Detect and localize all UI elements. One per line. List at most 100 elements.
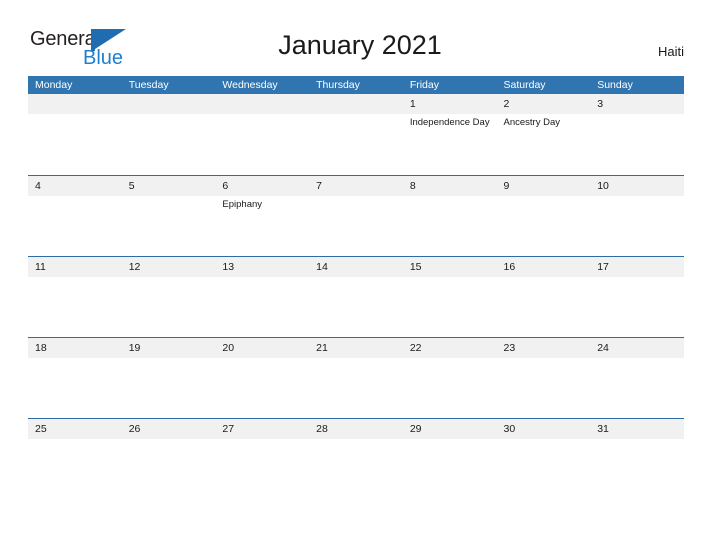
day-cell[interactable]: 18 [28,338,122,419]
calendar-week-row: 4 5 6 Epiphany 7 8 9 10 [28,175,684,256]
day-cell[interactable]: 16 [497,257,591,338]
day-cell[interactable]: 29 [403,419,497,500]
day-cell[interactable]: 9 [497,176,591,257]
day-events [129,114,216,116]
day-cell[interactable]: 14 [309,257,403,338]
day-events [504,277,591,279]
day-cell[interactable]: 23 [497,338,591,419]
day-number: 19 [128,342,141,354]
weekday-header-friday: Friday [409,79,439,91]
day-events [597,196,684,198]
day-events [35,358,122,360]
day-events [410,196,497,198]
day-events: Independence Day [410,114,497,129]
day-events [129,358,216,360]
day-events [35,114,122,116]
holiday-label: Independence Day [409,117,490,128]
day-cell[interactable]: 11 [28,257,122,338]
day-events [504,196,591,198]
day-number: 12 [128,261,141,273]
weekday-header-tuesday: Tuesday [128,79,169,91]
day-cell[interactable]: 12 [122,257,216,338]
day-number: 6 [222,180,229,192]
week-days: 11 12 13 14 15 16 17 [28,257,684,338]
weekday-header-monday: Monday [35,79,73,91]
calendar-grid: Monday Tuesday Wednesday Thursday Friday… [28,76,684,499]
generalblue-logo[interactable]: General Blue [30,28,180,72]
day-cell[interactable]: 5 [122,176,216,257]
day-cell[interactable]: 3 [590,94,684,175]
day-events [222,277,309,279]
day-events [597,114,684,116]
day-number: 2 [503,98,510,110]
day-number: 23 [503,342,516,354]
day-cell[interactable]: 8 [403,176,497,257]
day-events [129,439,216,441]
day-number: 13 [222,261,235,273]
day-cell[interactable]: 1 Independence Day [403,94,497,175]
day-cell[interactable]: 4 [28,176,122,257]
week-days: 1 Independence Day 2 Ancestry Day 3 [28,94,684,175]
day-events [597,358,684,360]
day-events [35,277,122,279]
day-cell[interactable]: 27 [215,419,309,500]
day-events [597,439,684,441]
day-cell[interactable]: 24 [590,338,684,419]
day-cell[interactable]: 30 [497,419,591,500]
day-events [316,358,403,360]
day-number: 18 [35,342,47,354]
day-cell-empty [309,94,403,175]
day-events [504,439,591,441]
weekday-header-saturday: Saturday [503,79,546,91]
day-number: 27 [222,423,235,435]
holiday-label: Epiphany [222,199,263,210]
calendar-week-row: 1 Independence Day 2 Ancestry Day 3 [28,94,684,175]
day-number: 9 [503,180,510,192]
day-number: 14 [316,261,328,273]
day-events [316,196,403,198]
day-cell[interactable]: 31 [590,419,684,500]
day-number: 1 [409,98,416,110]
day-cell[interactable]: 26 [122,419,216,500]
day-number: 15 [409,261,422,273]
week-days: 18 19 20 21 22 23 24 [28,338,684,419]
weekday-header-wednesday: Wednesday [222,79,278,91]
page-title: January 2021 [278,30,442,60]
day-number: 21 [316,342,328,354]
day-cell[interactable]: 2 Ancestry Day [497,94,591,175]
day-number: 24 [597,342,609,354]
day-cell[interactable]: 15 [403,257,497,338]
holiday-label: Ancestry Day [503,117,561,128]
day-number: 30 [503,423,516,435]
calendar-page: General Blue January 2021 Haiti Monday T… [0,0,712,550]
day-events [316,114,403,116]
day-cell[interactable]: 13 [215,257,309,338]
day-cell[interactable]: 28 [309,419,403,500]
day-events [222,439,309,441]
day-cell[interactable]: 17 [590,257,684,338]
day-events [316,277,403,279]
day-cell-empty [28,94,122,175]
day-events [35,439,122,441]
country-label: Haiti [657,44,684,59]
day-cell[interactable]: 22 [403,338,497,419]
calendar-week-row: 18 19 20 21 22 23 24 [28,337,684,418]
day-number: 8 [409,180,416,192]
day-cell[interactable]: 25 [28,419,122,500]
day-events: Epiphany [222,196,309,211]
day-cell[interactable]: 21 [309,338,403,419]
day-cell[interactable]: 6 Epiphany [215,176,309,257]
day-number: 17 [597,261,609,273]
day-cell[interactable]: 10 [590,176,684,257]
calendar-week-row: 11 12 13 14 15 16 17 [28,256,684,337]
page-header: General Blue January 2021 Haiti [0,0,712,76]
day-number: 3 [597,98,604,110]
day-events: Ancestry Day [504,114,591,129]
day-cell[interactable]: 19 [122,338,216,419]
day-number: 20 [222,342,235,354]
day-cell-empty [215,94,309,175]
week-days: 4 5 6 Epiphany 7 8 9 10 [28,176,684,257]
day-cell[interactable]: 7 [309,176,403,257]
logo-text-blue: Blue [83,47,124,69]
day-cell[interactable]: 20 [215,338,309,419]
